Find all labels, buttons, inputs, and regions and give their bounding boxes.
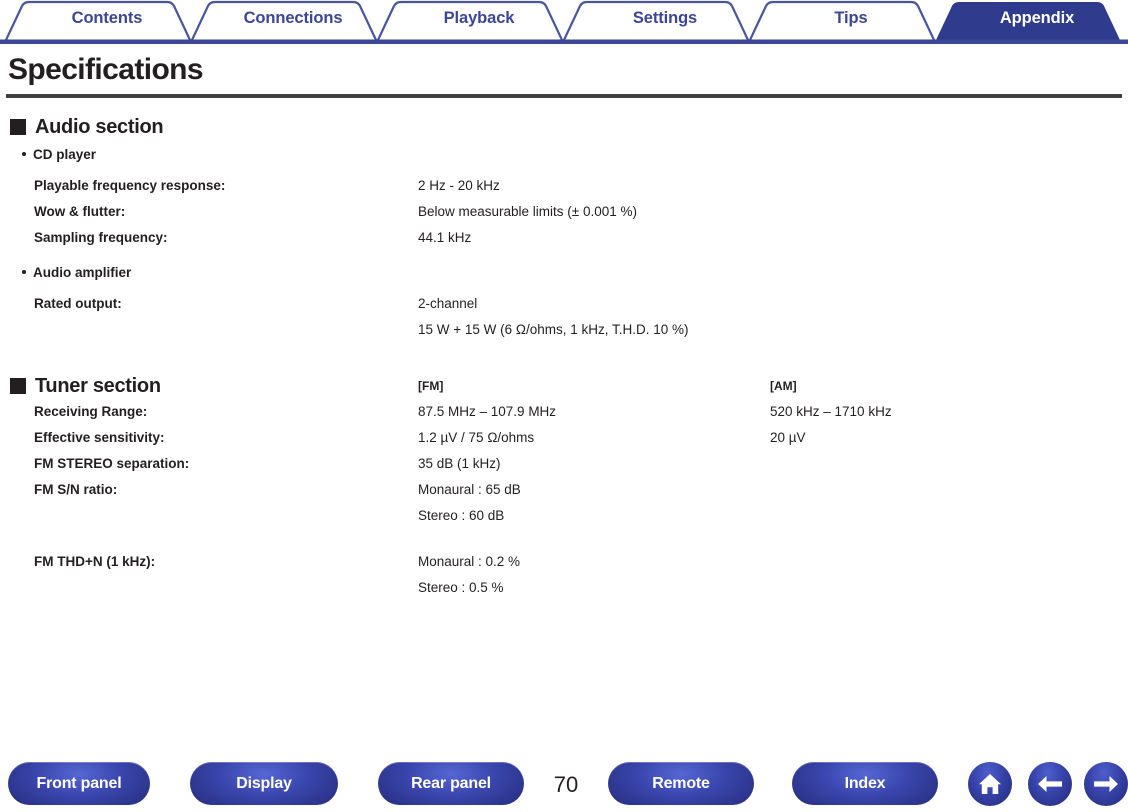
home-icon bbox=[979, 774, 1001, 794]
arrow-right-icon bbox=[1094, 776, 1118, 792]
spec-value-am: 520 kHz – 1710 kHz bbox=[770, 403, 892, 419]
spec-value-line: 15 W + 15 W (6 Ω/ohms, 1 kHz, T.H.D. 10 … bbox=[418, 321, 689, 337]
spec-label: Effective sensitivity: bbox=[34, 429, 165, 445]
column-header-fm: [FM] bbox=[418, 378, 444, 393]
table-row: Playable frequency response: 2 Hz - 20 k… bbox=[34, 173, 770, 199]
spec-value-line: Stereo : 60 dB bbox=[418, 507, 505, 523]
table-row: Wow & flutter: Below measurable limits (… bbox=[34, 199, 770, 225]
square-bullet-icon bbox=[10, 378, 26, 394]
spec-value-fm: 1.2 µV / 75 Ω/ohms bbox=[418, 429, 535, 445]
spec-value-am bbox=[770, 451, 1100, 477]
spec-label: FM STEREO separation: bbox=[34, 455, 190, 471]
table-tuner: [FM] [AM] Receiving Range: 87.5 MHz – 10… bbox=[34, 373, 1100, 601]
tab-bottom-rule bbox=[0, 39, 1128, 44]
spec-value-fm: Monaural : 65 dB Stereo : 60 dB bbox=[418, 477, 770, 529]
tab-playback[interactable]: Playback bbox=[394, 9, 564, 28]
spec-label: Receiving Range: bbox=[34, 403, 148, 419]
page-title: Specifications bbox=[8, 53, 204, 86]
spec-value: 2-channel 15 W + 15 W (6 Ω/ohms, 1 kHz, … bbox=[418, 291, 770, 343]
section-audio-heading: Audio section bbox=[10, 116, 1128, 139]
home-button[interactable] bbox=[968, 762, 1012, 806]
spec-value: 44.1 kHz bbox=[418, 229, 472, 245]
table-row: Rated output: 2-channel 15 W + 15 W (6 Ω… bbox=[34, 291, 770, 343]
subsection-audio-amplifier-heading: Audio amplifier bbox=[22, 265, 1128, 280]
tab-contents[interactable]: Contents bbox=[22, 9, 192, 28]
subsection-audio-amplifier-title: Audio amplifier bbox=[33, 264, 132, 280]
section-audio-title: Audio section bbox=[35, 115, 164, 138]
spec-value-am bbox=[770, 477, 1100, 529]
forward-button[interactable] bbox=[1084, 762, 1128, 806]
footer-navigation: Front panel Display Rear panel 70 Remote… bbox=[0, 762, 1128, 812]
tab-bar: Contents Connections Playback Settings T… bbox=[0, 0, 1128, 44]
spec-value-fm: 87.5 MHz – 107.9 MHz bbox=[418, 403, 557, 419]
spec-label: Playable frequency response: bbox=[34, 177, 226, 193]
display-button[interactable]: Display bbox=[190, 762, 338, 805]
table-row: Receiving Range: 87.5 MHz – 107.9 MHz 52… bbox=[34, 399, 1100, 425]
spec-label: Wow & flutter: bbox=[34, 203, 126, 219]
dot-bullet-icon bbox=[22, 152, 26, 156]
spec-label: FM S/N ratio: bbox=[34, 481, 118, 497]
table-cd-player: Playable frequency response: 2 Hz - 20 k… bbox=[34, 173, 770, 251]
back-button[interactable] bbox=[1028, 762, 1072, 806]
index-button[interactable]: Index bbox=[792, 762, 938, 805]
spec-value-fm: Monaural : 0.2 % Stereo : 0.5 % bbox=[418, 529, 770, 601]
table-audio-amplifier: Rated output: 2-channel 15 W + 15 W (6 Ω… bbox=[34, 291, 770, 343]
spec-value-line: Stereo : 0.5 % bbox=[418, 579, 504, 595]
specifications-content: Audio section CD player Playable frequen… bbox=[0, 116, 1128, 595]
spec-label: Sampling frequency: bbox=[34, 229, 168, 245]
table-row: Sampling frequency: 44.1 kHz bbox=[34, 225, 770, 251]
spec-value-am bbox=[770, 529, 1100, 601]
tab-connections[interactable]: Connections bbox=[208, 9, 378, 28]
remote-button[interactable]: Remote bbox=[608, 762, 754, 805]
page-title-block: Specifications bbox=[0, 44, 1128, 86]
table-row: FM S/N ratio: Monaural : 65 dB Stereo : … bbox=[34, 477, 1100, 529]
table-row: FM STEREO separation: 35 dB (1 kHz) bbox=[34, 451, 1100, 477]
front-panel-button[interactable]: Front panel bbox=[8, 762, 150, 805]
spec-value: Below measurable limits (± 0.001 %) bbox=[418, 203, 637, 219]
column-header-am: [AM] bbox=[770, 378, 797, 393]
section-tuner-title: Tuner section bbox=[35, 374, 161, 397]
tab-settings[interactable]: Settings bbox=[580, 9, 750, 28]
section-tuner-heading: Tuner section bbox=[10, 375, 161, 398]
subsection-cd-player-title: CD player bbox=[33, 146, 97, 162]
square-bullet-icon bbox=[10, 119, 26, 135]
spec-value-line: 2-channel bbox=[418, 295, 478, 311]
spec-value: 2 Hz - 20 kHz bbox=[418, 177, 500, 193]
tab-tips[interactable]: Tips bbox=[766, 9, 936, 28]
title-divider bbox=[6, 93, 1122, 98]
subsection-cd-player-heading: CD player bbox=[22, 147, 1128, 162]
spec-value-line: Monaural : 65 dB bbox=[418, 481, 521, 497]
rear-panel-button[interactable]: Rear panel bbox=[378, 762, 524, 805]
spec-value-am: 20 µV bbox=[770, 429, 806, 445]
tab-appendix[interactable]: Appendix bbox=[952, 9, 1122, 28]
table-row: Effective sensitivity: 1.2 µV / 75 Ω/ohm… bbox=[34, 425, 1100, 451]
page-number: 70 bbox=[553, 772, 579, 797]
spec-value-fm: 35 dB (1 kHz) bbox=[418, 455, 501, 471]
arrow-left-icon bbox=[1038, 776, 1062, 792]
dot-bullet-icon bbox=[22, 270, 26, 274]
section-tuner: Tuner section [FM] [AM] Receiving Range:… bbox=[0, 373, 1128, 595]
table-row: FM THD+N (1 kHz): Monaural : 0.2 % Stere… bbox=[34, 529, 1100, 601]
spec-label: Rated output: bbox=[34, 295, 122, 311]
table-header-row: [FM] [AM] bbox=[34, 373, 1100, 399]
spec-value-line: Monaural : 0.2 % bbox=[418, 553, 521, 569]
spec-label: FM THD+N (1 kHz): bbox=[34, 553, 156, 569]
